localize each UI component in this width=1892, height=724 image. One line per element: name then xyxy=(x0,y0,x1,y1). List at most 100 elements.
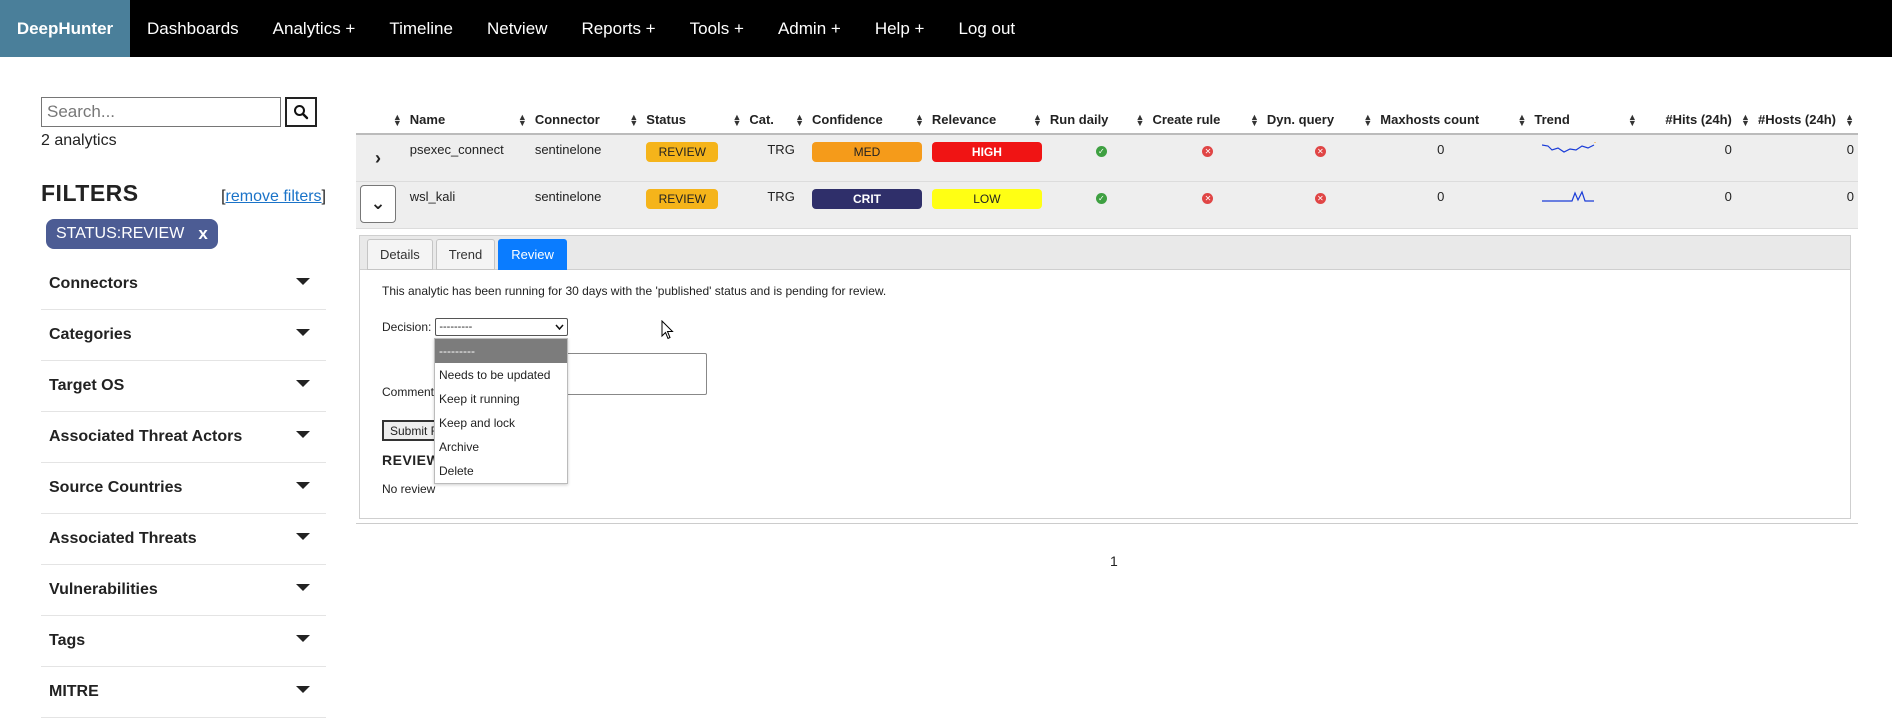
filter-connectors[interactable]: Connectors xyxy=(41,259,326,310)
col-connector[interactable]: Connector ▲ ▼ xyxy=(530,106,643,135)
trend-sparkline xyxy=(1542,189,1595,202)
col-label: #Hits (24h) xyxy=(1665,112,1732,127)
row-detail-panel: Details Trend Review This analytic has b… xyxy=(359,235,1851,519)
nav-netview[interactable]: Netview xyxy=(470,0,564,57)
col-label: #Hosts (24h) xyxy=(1757,112,1836,127)
no-review-text: No review xyxy=(382,482,436,496)
chip-remove-button[interactable]: x xyxy=(198,224,207,244)
decision-option-keep-running[interactable]: Keep it running xyxy=(435,387,567,411)
sort-icon: ▲ ▼ xyxy=(1627,112,1637,128)
col-run-daily[interactable]: Run daily ▲ ▼ xyxy=(1045,106,1149,135)
filter-label: Target OS xyxy=(49,377,125,394)
review-message: This analytic has been running for 30 da… xyxy=(382,284,887,298)
nav-timeline[interactable]: Timeline xyxy=(372,0,470,57)
comment-textarea[interactable] xyxy=(557,353,707,395)
remove-filters: [remove filters] xyxy=(221,188,326,206)
cell-hits: 0 xyxy=(1640,134,1754,182)
bracket-close: ] xyxy=(321,188,326,205)
col-relevance[interactable]: Relevance ▲ ▼ xyxy=(927,106,1046,135)
decision-row: Decision: --------- xyxy=(382,318,1828,336)
decision-select[interactable]: --------- xyxy=(435,318,569,336)
nav-dashboards[interactable]: Dashboards xyxy=(130,0,256,57)
decision-option-delete[interactable]: Delete xyxy=(435,459,567,483)
chevron-down-icon xyxy=(555,324,564,330)
brand-logo[interactable]: DeepHunter xyxy=(0,0,130,57)
decision-option-keep-lock[interactable]: Keep and lock xyxy=(435,411,567,435)
filter-label: Source Countries xyxy=(49,479,183,496)
nav-tools[interactable]: Tools + xyxy=(673,0,761,57)
decision-value: --------- xyxy=(439,321,473,333)
filter-mitre[interactable]: MITRE xyxy=(41,667,326,718)
tab-details[interactable]: Details xyxy=(367,239,433,270)
filter-associated-threats[interactable]: Associated Threats xyxy=(41,514,326,565)
nav-logout[interactable]: Log out xyxy=(941,0,1032,57)
sort-icon: ▲ ▼ xyxy=(1032,112,1042,128)
sort-icon: ▲ ▼ xyxy=(1363,112,1373,128)
filter-categories[interactable]: Categories xyxy=(41,310,326,361)
search-button[interactable] xyxy=(285,97,317,127)
col-label: Trend xyxy=(1534,112,1570,127)
table-row[interactable]: ⌄ wsl_kali sentinelone REVIEW TRG CRIT L… xyxy=(356,181,1858,229)
check-icon: ✓ xyxy=(1095,192,1107,204)
decision-option-archive[interactable]: Archive xyxy=(435,435,567,459)
tab-review[interactable]: Review xyxy=(498,239,567,270)
filter-label: Tags xyxy=(49,632,86,649)
expand-row-button[interactable]: › xyxy=(360,139,396,177)
sort-icon: ▲ ▼ xyxy=(629,112,639,128)
cell-category: TRG xyxy=(745,181,808,229)
col-category[interactable]: Cat. ▲ ▼ xyxy=(745,106,808,135)
filter-label: MITRE xyxy=(49,683,99,700)
filter-label: Associated Threat Actors xyxy=(49,428,243,445)
mouse-cursor-icon xyxy=(661,320,674,340)
pagination-current[interactable]: 1 xyxy=(1110,553,1118,569)
status-badge: REVIEW xyxy=(646,188,719,209)
col-name[interactable]: Name ▲ ▼ xyxy=(405,106,531,135)
sort-icon: ▲ ▼ xyxy=(392,112,402,128)
col-label: Relevance xyxy=(931,112,997,127)
chip-label: STATUS:REVIEW xyxy=(56,225,185,242)
col-maxhosts[interactable]: Maxhosts count ▲ ▼ xyxy=(1376,106,1531,135)
active-filter-chip: STATUS:REVIEW x xyxy=(46,219,218,249)
nav-help[interactable]: Help + xyxy=(858,0,942,57)
col-trend[interactable]: Trend ▲ ▼ xyxy=(1530,106,1641,135)
remove-filters-link[interactable]: remove filters xyxy=(226,188,322,205)
col-dyn-query[interactable]: Dyn. query ▲ ▼ xyxy=(1262,106,1377,135)
table-header-row: ▲ ▼ Name ▲ ▼ Connector ▲ ▼ Status ▲ ▼ Cat. ▲ ▼ Co… xyxy=(356,106,1858,135)
col-status[interactable]: Status ▲ ▼ xyxy=(642,106,746,135)
col-hosts[interactable]: #Hosts (24h) ▲ ▼ xyxy=(1753,106,1858,135)
analytics-count: 2 analytics xyxy=(41,132,117,149)
filter-vulnerabilities[interactable]: Vulnerabilities xyxy=(41,565,326,616)
cell-name[interactable]: wsl_kali xyxy=(405,181,531,229)
sort-icon: ▲ ▼ xyxy=(1845,112,1854,128)
caret-down-icon xyxy=(296,379,310,387)
decision-dropdown-menu: --------- Needs to be updated Keep it ru… xyxy=(434,338,568,484)
filters-title: FILTERS xyxy=(41,180,139,206)
col-confidence[interactable]: Confidence ▲ ▼ xyxy=(807,106,928,135)
col-create-rule[interactable]: Create rule ▲ ▼ xyxy=(1148,106,1263,135)
search-input[interactable] xyxy=(41,97,281,127)
sort-icon: ▲ ▼ xyxy=(1135,112,1145,128)
nav-reports[interactable]: Reports + xyxy=(564,0,672,57)
col-hits[interactable]: #Hits (24h) ▲ ▼ xyxy=(1640,106,1754,135)
col-label: Confidence xyxy=(811,112,883,127)
filter-source-countries[interactable]: Source Countries xyxy=(41,463,326,514)
filter-target-os[interactable]: Target OS xyxy=(41,361,326,412)
cell-name[interactable]: psexec_connect xyxy=(405,134,531,182)
filter-label: Connectors xyxy=(49,275,138,292)
filter-threat-actors[interactable]: Associated Threat Actors xyxy=(41,412,326,463)
tab-trend[interactable]: Trend xyxy=(435,239,496,270)
decision-option-empty[interactable]: --------- xyxy=(435,339,567,363)
check-icon: ✓ xyxy=(1095,146,1107,157)
caret-down-icon xyxy=(296,328,310,336)
table-row[interactable]: › psexec_connect sentinelone REVIEW TRG … xyxy=(356,134,1858,182)
filter-tags[interactable]: Tags xyxy=(41,616,326,667)
col-expand[interactable]: ▲ ▼ xyxy=(356,106,406,135)
decision-option-needs-update[interactable]: Needs to be updated xyxy=(435,363,567,387)
collapse-row-button[interactable]: ⌄ xyxy=(360,184,396,223)
nav-analytics[interactable]: Analytics + xyxy=(256,0,373,57)
filter-list: Connectors Categories Target OS Associat… xyxy=(41,259,326,718)
cross-icon: ✕ xyxy=(1314,192,1326,204)
sort-icon: ▲ ▼ xyxy=(517,112,527,128)
trend-sparkline xyxy=(1542,141,1597,153)
nav-admin[interactable]: Admin + xyxy=(761,0,858,57)
